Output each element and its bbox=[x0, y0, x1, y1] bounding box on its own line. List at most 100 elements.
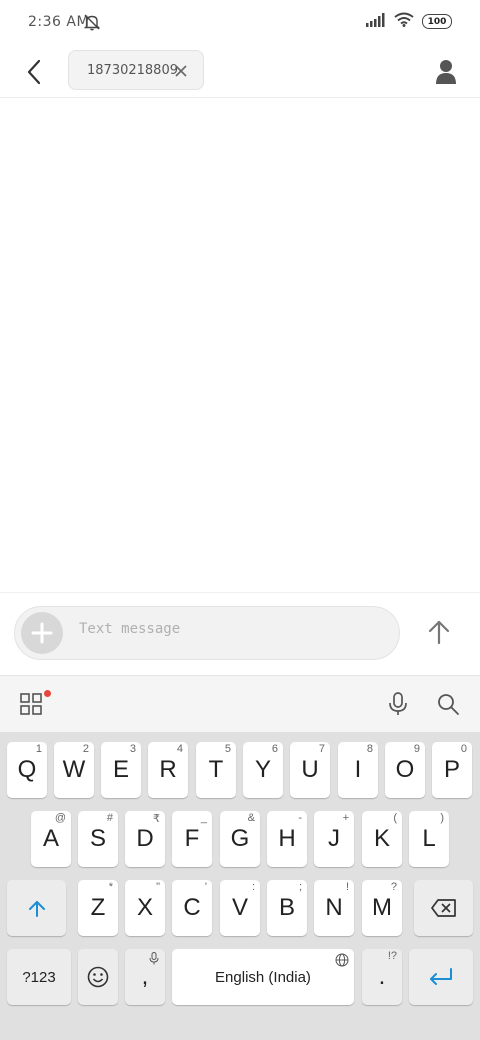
symbols-key[interactable]: ?123 bbox=[7, 949, 71, 1005]
recipient-chip[interactable]: 18730218809 bbox=[68, 50, 204, 90]
compose-box bbox=[14, 606, 400, 660]
period-key[interactable]: . !? bbox=[362, 949, 402, 1005]
attach-button[interactable] bbox=[21, 612, 63, 654]
comma-label: , bbox=[141, 963, 149, 990]
key-hint: 6 bbox=[271, 743, 278, 755]
mic-icon[interactable] bbox=[388, 692, 408, 720]
key-n[interactable]: N! bbox=[314, 880, 354, 936]
key-hint: ; bbox=[298, 881, 302, 893]
key-k[interactable]: K( bbox=[362, 811, 402, 867]
key-f[interactable]: F _ bbox=[172, 811, 212, 867]
globe-icon bbox=[335, 953, 349, 967]
key-r[interactable]: R4 bbox=[148, 742, 188, 798]
enter-key[interactable] bbox=[409, 949, 473, 1005]
contact-button[interactable] bbox=[428, 54, 464, 90]
key-hint: 9 bbox=[413, 743, 420, 755]
key-hint: " bbox=[156, 881, 160, 893]
message-thread bbox=[0, 98, 480, 592]
wifi-icon bbox=[394, 12, 414, 31]
emoji-key[interactable] bbox=[78, 949, 118, 1005]
key-hint: 7 bbox=[318, 743, 325, 755]
key-hint: 2 bbox=[82, 743, 89, 755]
key-d[interactable]: D ₹ bbox=[125, 811, 165, 867]
key-s[interactable]: S # bbox=[78, 811, 118, 867]
key-label: H bbox=[278, 825, 296, 852]
key-hint: _ bbox=[200, 812, 207, 824]
key-hint: + bbox=[342, 812, 349, 824]
key-y[interactable]: Y6 bbox=[243, 742, 283, 798]
shift-icon bbox=[28, 901, 45, 917]
key-label: Q bbox=[17, 756, 37, 783]
key-label: U bbox=[301, 756, 319, 783]
grid-icon[interactable] bbox=[20, 693, 42, 715]
key-w[interactable]: W2 bbox=[54, 742, 94, 798]
key-h[interactable]: H- bbox=[267, 811, 307, 867]
send-button[interactable] bbox=[424, 617, 454, 647]
signal-icon bbox=[366, 12, 386, 31]
key-label: A bbox=[42, 825, 59, 852]
key-hint: ' bbox=[204, 881, 207, 893]
symbols-label: ?123 bbox=[22, 968, 56, 986]
shift-key[interactable] bbox=[7, 880, 66, 936]
key-u[interactable]: U7 bbox=[290, 742, 330, 798]
emoji-icon bbox=[87, 966, 109, 988]
key-hint: 1 bbox=[35, 743, 42, 755]
key-label: E bbox=[112, 756, 129, 783]
key-p[interactable]: P0 bbox=[432, 742, 472, 798]
status-bar: 2:36 AM 100 bbox=[0, 0, 480, 44]
key-label: B bbox=[278, 894, 295, 921]
key-b[interactable]: B; bbox=[267, 880, 307, 936]
message-input[interactable] bbox=[79, 621, 379, 637]
key-label: V bbox=[231, 894, 248, 921]
compose-bar bbox=[0, 592, 480, 675]
backspace-key[interactable] bbox=[414, 880, 473, 936]
key-c[interactable]: C ' bbox=[172, 880, 212, 936]
key-i[interactable]: I8 bbox=[338, 742, 378, 798]
key-x[interactable]: X " bbox=[125, 880, 165, 936]
battery-indicator: 100 bbox=[422, 14, 452, 29]
close-icon[interactable] bbox=[173, 63, 189, 79]
key-hint: * bbox=[108, 881, 113, 893]
key-m[interactable]: M? bbox=[362, 880, 402, 936]
key-label: M bbox=[372, 894, 392, 921]
key-t[interactable]: T5 bbox=[196, 742, 236, 798]
key-label: Y bbox=[254, 756, 271, 783]
key-a[interactable]: A @ bbox=[31, 811, 71, 867]
key-label: L bbox=[422, 825, 436, 852]
key-o[interactable]: O9 bbox=[385, 742, 425, 798]
status-icons: 100 bbox=[366, 12, 452, 31]
key-v[interactable]: V: bbox=[220, 880, 260, 936]
person-icon bbox=[436, 60, 456, 84]
key-hint: @ bbox=[54, 812, 66, 824]
backspace-icon bbox=[430, 899, 456, 917]
key-q[interactable]: Q1 bbox=[7, 742, 47, 798]
key-label: K bbox=[373, 825, 390, 852]
key-e[interactable]: E3 bbox=[101, 742, 141, 798]
key-label: T bbox=[208, 756, 224, 783]
space-key[interactable]: English (India) bbox=[172, 949, 354, 1005]
recipient-number: 18730218809 bbox=[87, 62, 178, 78]
notification-dot bbox=[44, 690, 51, 697]
key-label: R bbox=[159, 756, 177, 783]
key-label: G bbox=[230, 825, 250, 852]
key-label: Z bbox=[90, 894, 106, 921]
comma-key[interactable]: , bbox=[125, 949, 165, 1005]
back-arrow-icon bbox=[27, 59, 41, 85]
key-hint: ( bbox=[393, 812, 397, 824]
key-label: F bbox=[184, 825, 200, 852]
key-hint: 0 bbox=[460, 743, 467, 755]
search-icon[interactable] bbox=[436, 692, 460, 720]
back-button[interactable] bbox=[16, 54, 52, 90]
mic-icon bbox=[149, 952, 159, 965]
key-g[interactable]: G & bbox=[220, 811, 260, 867]
key-hint: 8 bbox=[366, 743, 373, 755]
key-hint: - bbox=[298, 812, 302, 824]
key-z[interactable]: Z * bbox=[78, 880, 118, 936]
enter-icon bbox=[430, 968, 452, 985]
period-hint: !? bbox=[387, 950, 397, 962]
key-j[interactable]: J + bbox=[314, 811, 354, 867]
key-l[interactable]: L) bbox=[409, 811, 449, 867]
key-hint: & bbox=[247, 812, 255, 824]
conversation-header: 18730218809 bbox=[0, 44, 480, 98]
key-label: J bbox=[328, 825, 340, 852]
